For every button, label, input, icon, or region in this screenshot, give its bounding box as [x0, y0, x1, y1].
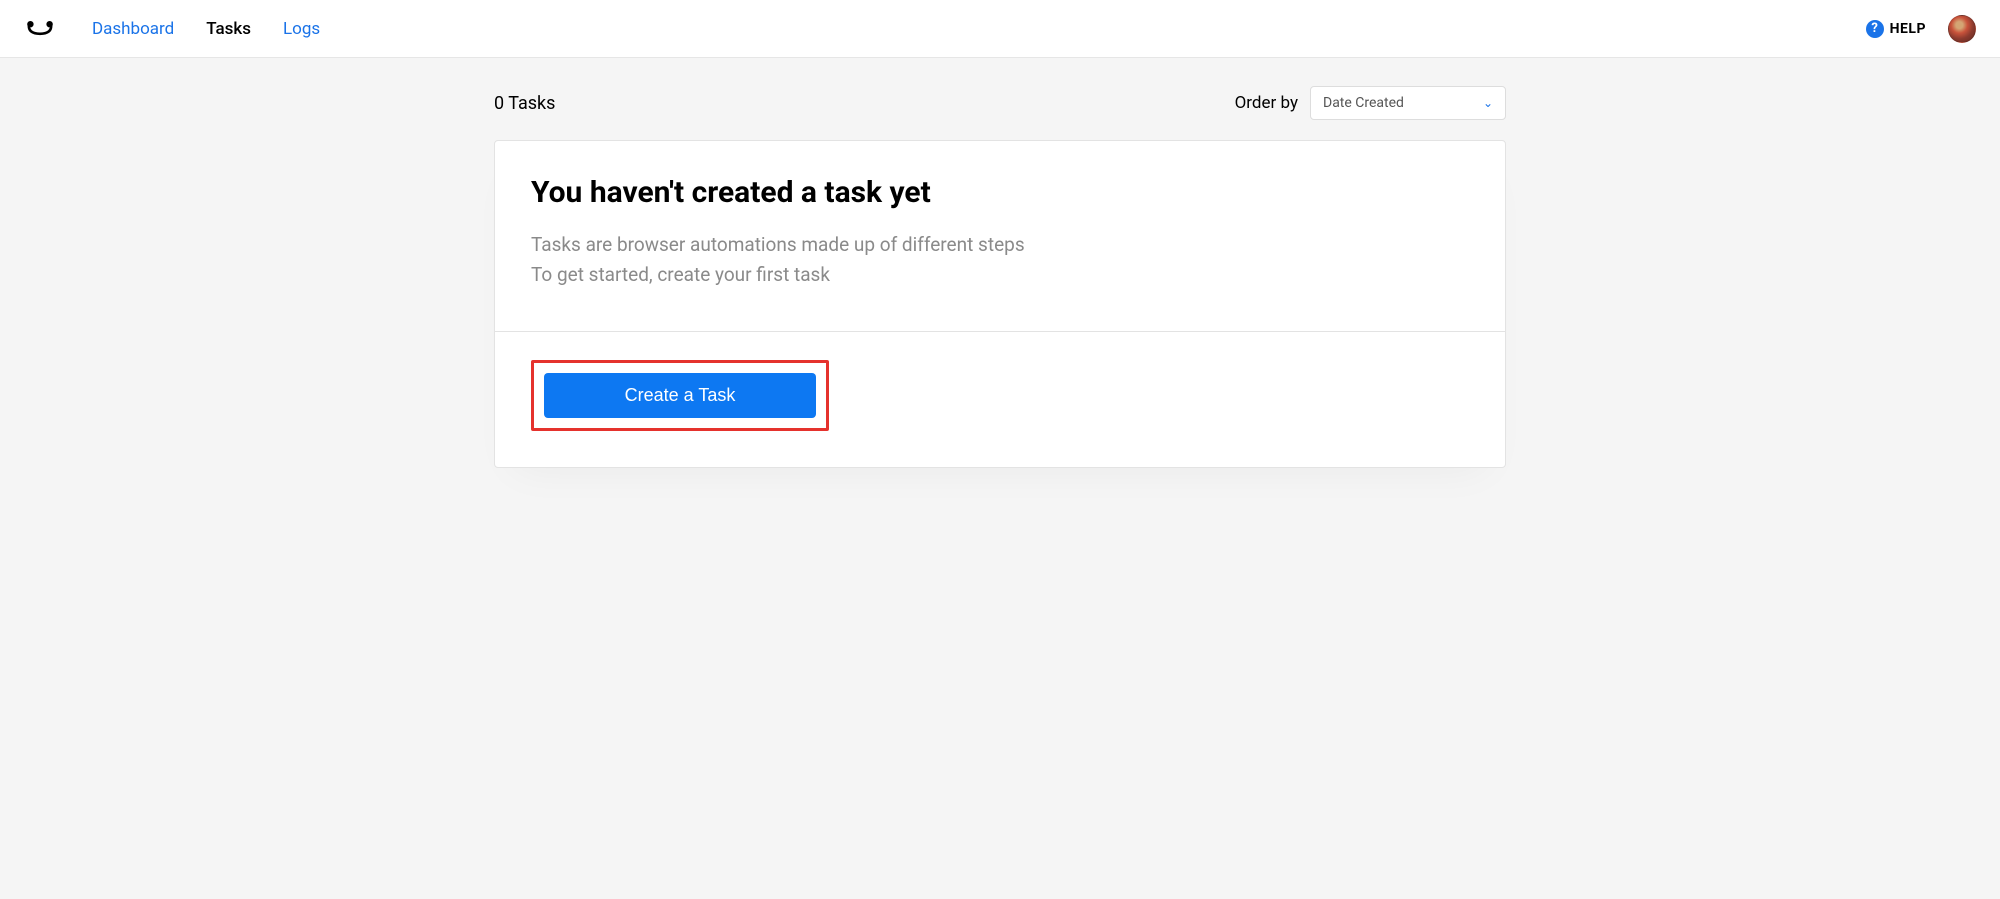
empty-state-card: You haven't created a task yet Tasks are…	[494, 140, 1506, 468]
chevron-down-icon: ⌄	[1483, 96, 1493, 110]
desc-line-2: To get started, create your first task	[531, 263, 830, 286]
nav-tasks[interactable]: Tasks	[206, 19, 251, 39]
empty-state-title: You haven't created a task yet	[531, 175, 1469, 210]
order-by-label: Order by	[1235, 93, 1298, 113]
main-nav: Dashboard Tasks Logs	[92, 19, 320, 39]
create-task-button[interactable]: Create a Task	[544, 373, 816, 418]
card-body: You haven't created a task yet Tasks are…	[495, 141, 1505, 332]
user-avatar[interactable]	[1948, 15, 1976, 43]
order-by-select[interactable]: Date Created ⌄	[1310, 86, 1506, 120]
header-right: ? HELP	[1866, 15, 1976, 43]
order-by-control: Order by Date Created ⌄	[1235, 86, 1506, 120]
header-left: Dashboard Tasks Logs	[24, 13, 320, 45]
main-content: 0 Tasks Order by Date Created ⌄ You have…	[494, 58, 1506, 496]
dog-nose-icon	[24, 19, 56, 39]
app-header: Dashboard Tasks Logs ? HELP	[0, 0, 2000, 58]
nav-dashboard[interactable]: Dashboard	[92, 19, 174, 39]
tutorial-highlight: Create a Task	[531, 360, 829, 431]
order-by-value: Date Created	[1323, 95, 1483, 111]
desc-line-1: Tasks are browser automations made up of…	[531, 233, 1025, 256]
app-logo[interactable]	[24, 13, 56, 45]
help-label: HELP	[1890, 21, 1926, 37]
help-button[interactable]: ? HELP	[1866, 20, 1926, 38]
empty-state-description: Tasks are browser automations made up of…	[531, 230, 1469, 291]
tasks-toolbar: 0 Tasks Order by Date Created ⌄	[494, 86, 1506, 120]
help-icon: ?	[1866, 20, 1884, 38]
task-count: 0 Tasks	[494, 93, 555, 114]
card-footer: Create a Task	[495, 332, 1505, 467]
nav-logs[interactable]: Logs	[283, 19, 320, 39]
